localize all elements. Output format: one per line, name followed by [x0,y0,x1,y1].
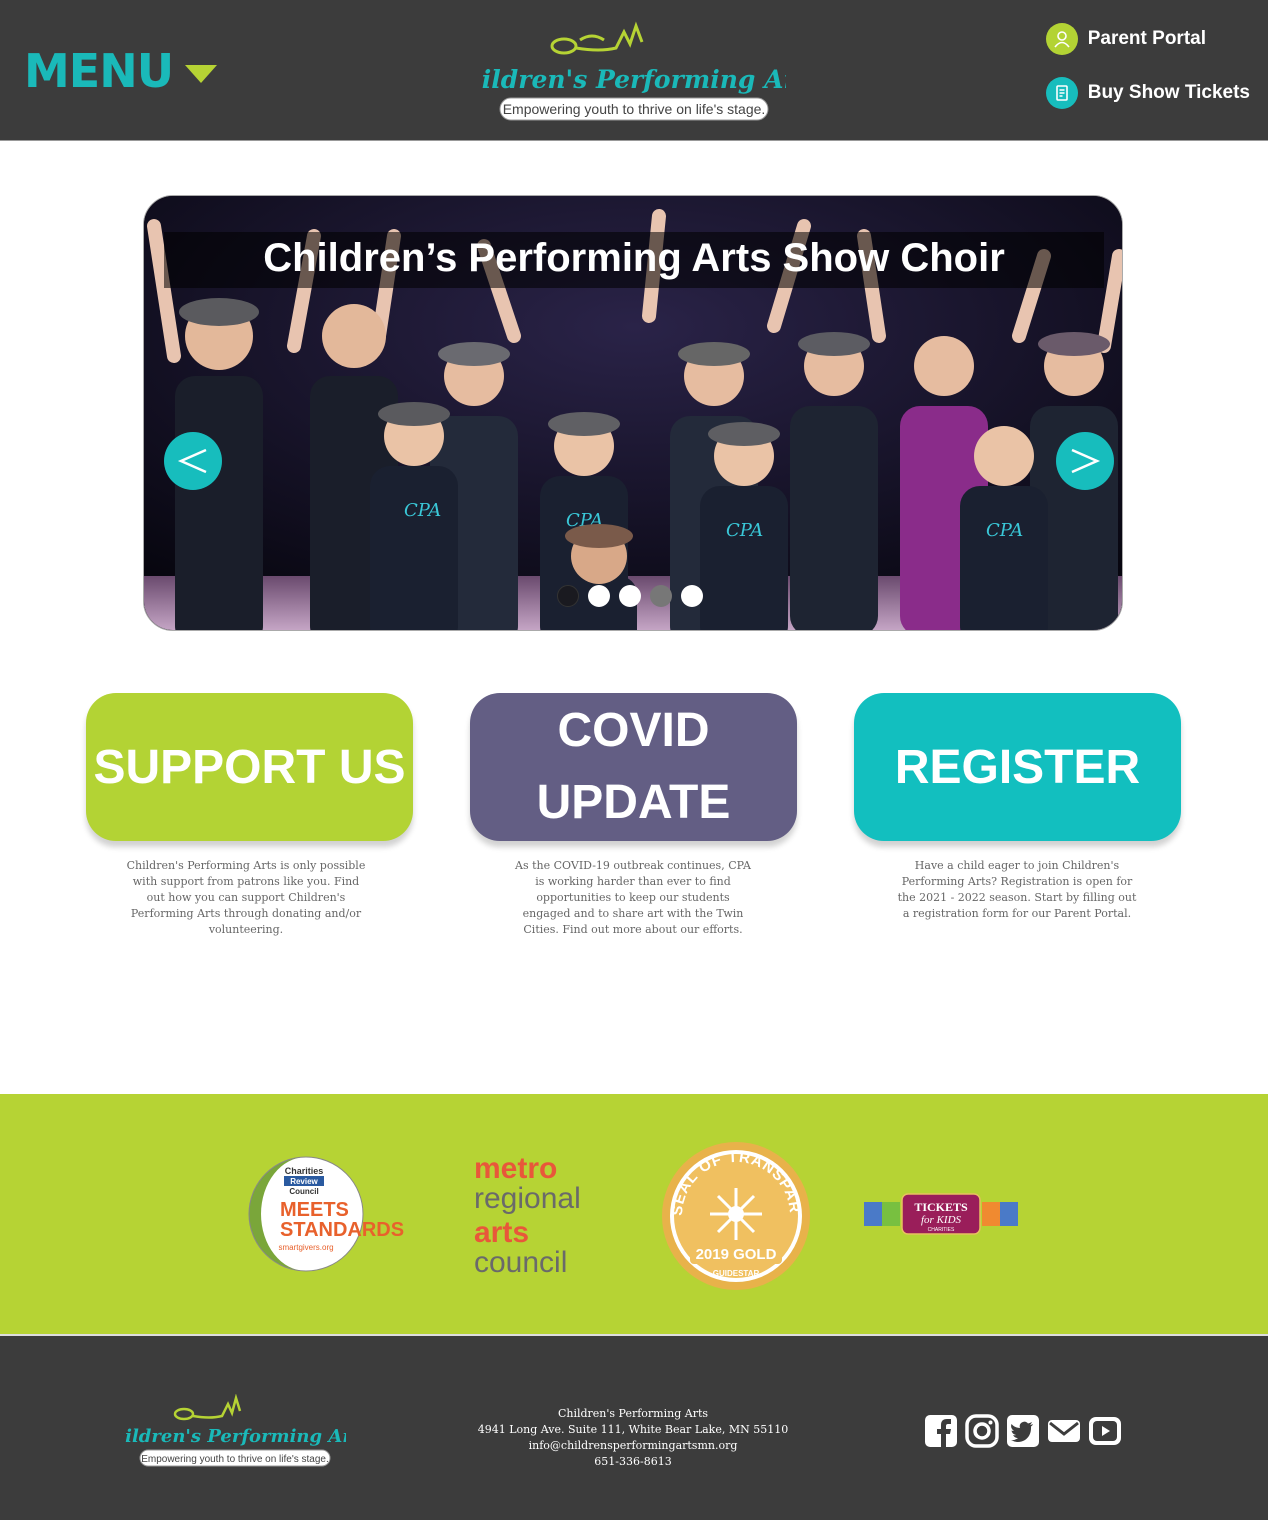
crown-icon [550,21,644,55]
buy-tickets-label: Buy Show Tickets [1087,82,1250,103]
support-us-button[interactable]: SUPPORT US [86,693,413,841]
tickets-word: TICKETS [914,1200,968,1214]
guidestar-seal-logo[interactable]: SEAL OF TRANSPARENCY 2019 GOLD GUIDESTAR [660,1140,812,1290]
facebook-icon[interactable] [924,1414,958,1448]
instagram-icon[interactable] [965,1414,999,1448]
footer-logo-text: Children's Performing Arts [124,1426,346,1447]
slide-title: Children’s Performing Arts Show Choir [263,236,1005,280]
footer-contact: Children's Performing Arts 4941 Long Ave… [470,1406,796,1470]
slider-dot-4[interactable] [650,585,672,607]
regional-word: regional [474,1182,581,1215]
charities-standards: STANDARDS [280,1219,404,1241]
footer-address: 4941 Long Ave. Suite 111, White Bear Lak… [477,1423,789,1436]
footer-email[interactable]: info@childrensperformingartsmn.org [470,1438,796,1454]
register-description: Have a child eager to join Children's Pe… [897,859,1137,920]
parent-portal-label: Parent Portal [1087,28,1206,49]
guidestar-brand: GUIDESTAR [713,1269,760,1278]
social-links [924,1414,1129,1448]
chevron-left-icon [177,448,207,474]
slider-dot-1[interactable] [557,585,579,607]
menu-label: MENU [24,44,174,98]
partners-band: Charities Review Council MEETS STANDARDS… [0,1094,1268,1334]
footer-logo[interactable]: Children's Performing Arts Empowering yo… [124,1394,346,1470]
twitter-icon[interactable] [1006,1414,1040,1448]
council-word: council [474,1246,567,1279]
register-button[interactable]: REGISTER [854,693,1181,841]
charities-line3: Council [289,1187,318,1196]
person-icon [1045,23,1078,55]
tickets-for-kids-logo[interactable]: TICKETS for KIDS CHARITIES [862,1192,1020,1236]
svg-text:CPA: CPA [726,520,763,541]
metro-regional-arts-council-logo[interactable]: metro regional arts council [470,1150,610,1280]
arts-word: arts [474,1216,529,1249]
charities-meets: MEETS [280,1199,349,1221]
slider-dot-3[interactable] [619,585,641,607]
site-footer: Children's Performing Arts Empowering yo… [0,1334,1268,1520]
caret-down-icon [185,65,218,83]
charities-url: smartgivers.org [278,1243,333,1252]
site-header: MENU Children's Performing Arts Empoweri… [0,0,1268,141]
email-icon[interactable] [1047,1414,1081,1448]
svg-text:CPA: CPA [404,500,441,521]
ticket-icon [1045,77,1078,109]
support-us-description: Children's Performing Arts is only possi… [126,859,366,936]
slider-next-button[interactable] [1056,432,1114,490]
covid-update-button[interactable]: COVID UPDATE [470,693,797,841]
charities-line1: Charities [285,1166,324,1176]
guidestar-level: 2019 GOLD [696,1246,777,1263]
charities-word: CHARITIES [928,1227,955,1233]
footer-logo-tagline: Empowering youth to thrive on life's sta… [141,1454,329,1465]
for-kids-word: for KIDS [921,1214,962,1226]
menu-button[interactable]: MENU [24,44,218,98]
parent-portal-link[interactable]: Parent Portal [1045,22,1250,56]
slider-prev-button[interactable] [164,432,222,490]
site-logo[interactable]: Children's Performing Arts Empowering yo… [480,18,786,124]
hero-slider: CPA CPA CPA CPA Children’s Performing Ar… [143,195,1123,631]
slider-dot-2[interactable] [588,585,610,607]
covid-update-description: As the COVID-19 outbreak continues, CPA … [515,859,751,936]
charities-line2: Review [290,1177,318,1186]
charities-review-council-logo[interactable]: Charities Review Council MEETS STANDARDS… [248,1156,408,1272]
footer-phone: 651-336-8613 [594,1455,672,1468]
metro-word: metro [474,1152,557,1185]
crown-icon [173,1394,242,1421]
slider-dots [557,585,712,607]
covid-update-label: COVID UPDATE [536,704,731,829]
logo-tagline: Empowering youth to thrive on life's sta… [503,101,766,117]
chevron-right-icon [1071,448,1101,474]
buy-tickets-link[interactable]: Buy Show Tickets [1045,76,1250,110]
logo-text: Children's Performing Arts [480,65,786,94]
youtube-icon[interactable] [1088,1414,1122,1448]
svg-text:CPA: CPA [986,520,1023,541]
footer-org-name: Children's Performing Arts [557,1407,709,1420]
slider-dot-5[interactable] [681,585,703,607]
